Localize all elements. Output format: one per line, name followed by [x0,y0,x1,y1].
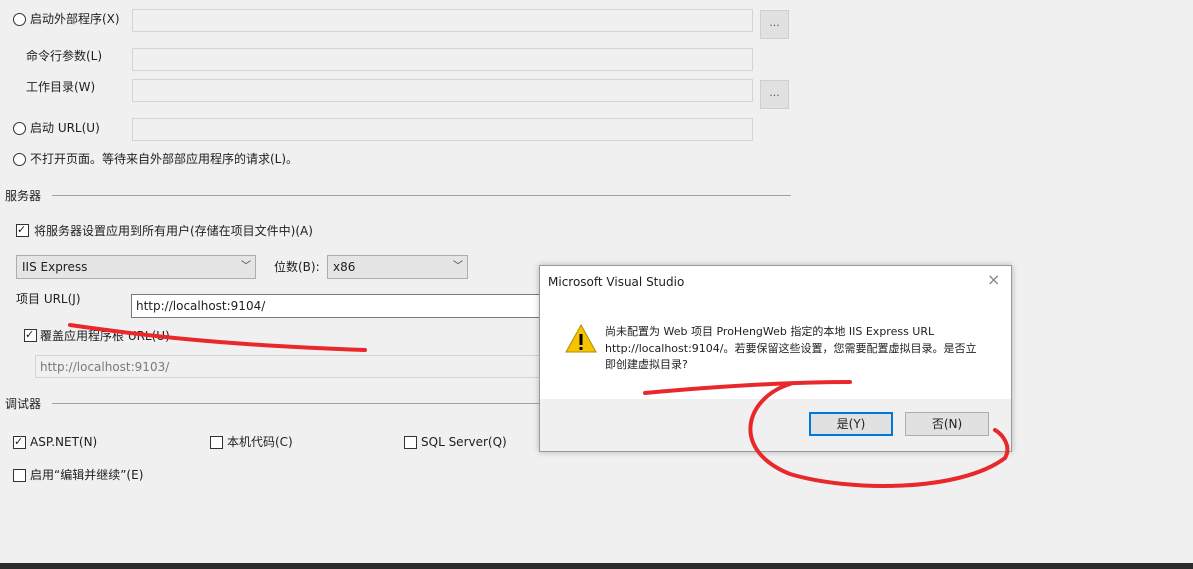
circle-stroke [748,382,1010,488]
underline-stroke-2 [643,380,852,395]
underline-stroke-1 [68,323,367,352]
red-annotation-strokes [68,323,1010,488]
taskbar-strip [0,563,1193,569]
